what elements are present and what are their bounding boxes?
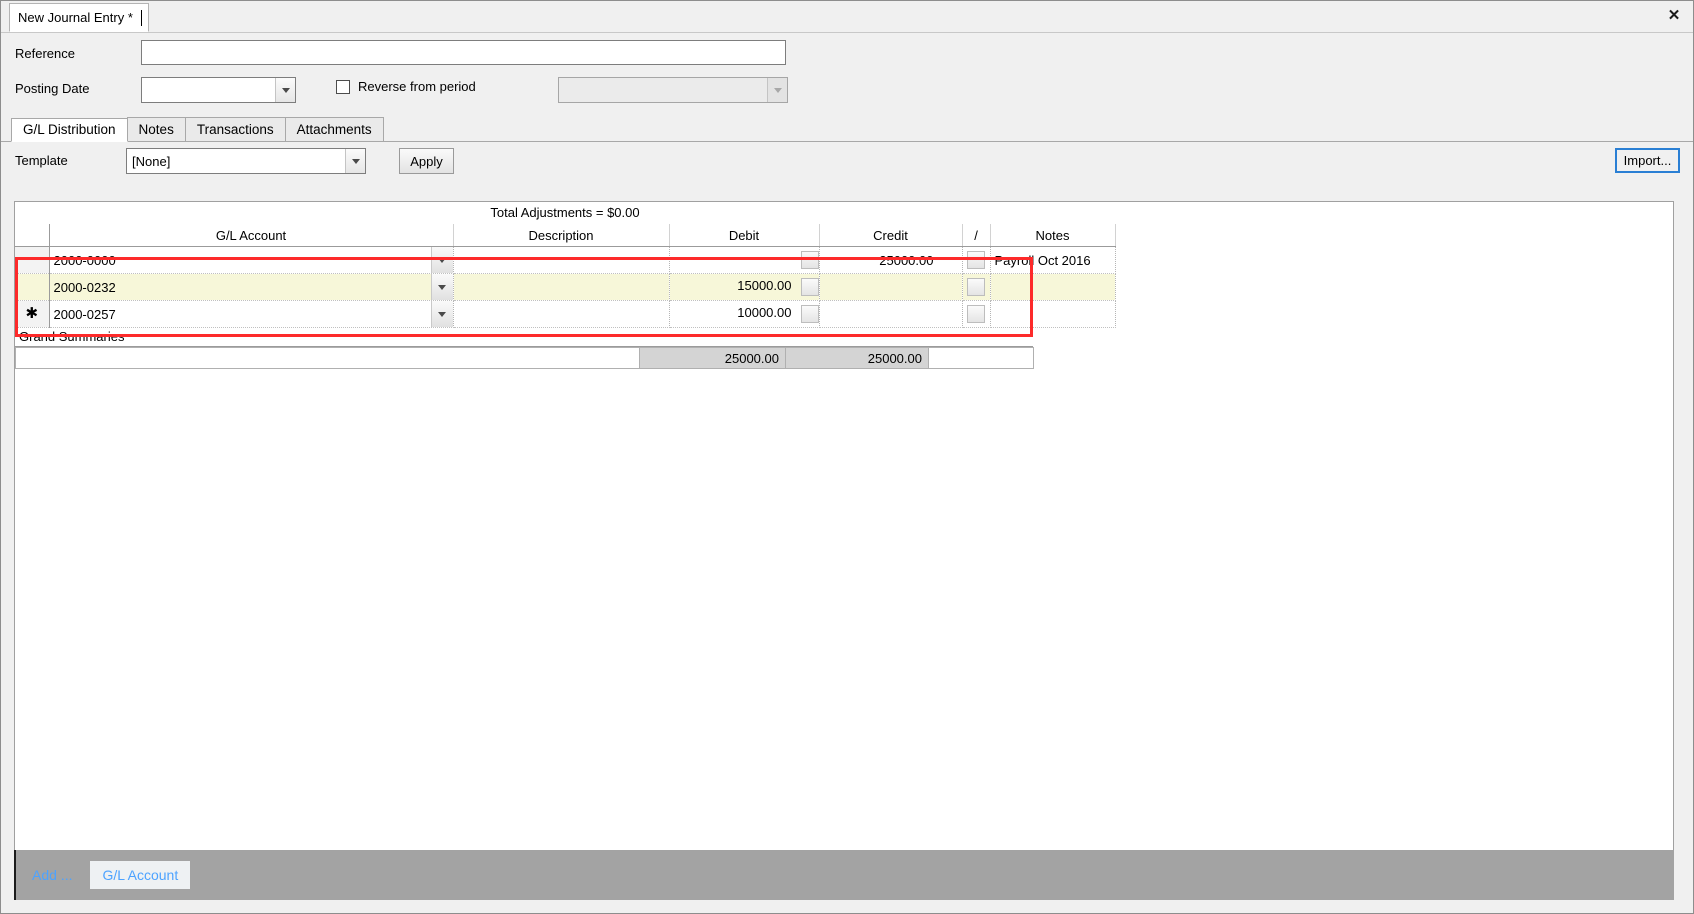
text-caret [140, 9, 142, 26]
header-form: Reference Posting Date Reverse from peri… [1, 33, 1693, 116]
template-label: Template [15, 153, 68, 168]
cell-slash[interactable] [962, 273, 991, 301]
reference-label: Reference [15, 46, 75, 61]
grand-summary-row: 25000.00 25000.00 [15, 347, 1034, 369]
credit-calculator-icon[interactable] [966, 305, 985, 323]
cell-gl-account[interactable]: 2000-0257 [49, 300, 454, 328]
credit-calculator-icon[interactable] [966, 278, 985, 296]
table-row[interactable]: 2000-0000 25000.00 Payroll Oct 2016 [15, 246, 1116, 274]
titlebar: New Journal Entry * ✕ [1, 1, 1693, 33]
chevron-down-icon [275, 78, 295, 102]
tab-label: G/L Distribution [23, 122, 116, 137]
cell-slash[interactable] [962, 246, 991, 274]
table-row[interactable]: ✱ 2000-0257 10000.00 [15, 300, 1116, 328]
grand-summaries-table: 25000.00 25000.00 [15, 347, 1034, 369]
debit-calculator-icon[interactable] [801, 305, 818, 323]
document-tab-label: New Journal Entry * [18, 10, 133, 25]
gl-distribution-grid: G/L Account Description Debit Credit / N… [15, 224, 1116, 369]
document-tab-new-journal-entry[interactable]: New Journal Entry * [9, 3, 149, 32]
grid-table: G/L Account Description Debit Credit / N… [15, 224, 1116, 328]
chevron-down-icon[interactable] [430, 247, 452, 273]
cell-debit-wrap[interactable]: 15000.00 [669, 273, 820, 301]
column-header-slash[interactable]: / [962, 224, 991, 247]
chevron-down-icon[interactable] [430, 274, 452, 300]
column-header-credit[interactable]: Credit [819, 224, 963, 247]
new-row-marker[interactable]: ✱ [15, 300, 50, 328]
tab-notes[interactable]: Notes [126, 117, 186, 141]
cell-debit-value: 10000.00 [737, 305, 792, 321]
row-marker[interactable] [15, 246, 50, 274]
total-adjustments-label: Total Adjustments = $0.00 [490, 205, 640, 220]
cell-description[interactable] [453, 273, 670, 301]
template-toolbar: Template [None] Apply Import... [1, 142, 1693, 182]
debit-calculator-icon[interactable] [801, 251, 818, 269]
cell-description[interactable] [453, 246, 670, 274]
cell-gl-account[interactable]: 2000-0000 [49, 246, 454, 274]
cell-credit-value: 25000.00 [879, 252, 934, 268]
table-row[interactable]: 2000-0232 15000.00 [15, 273, 1116, 301]
posting-date-label: Posting Date [15, 81, 90, 96]
close-icon[interactable]: ✕ [1661, 5, 1687, 27]
tab-label: Notes [138, 122, 174, 137]
template-value: [None] [132, 153, 171, 169]
cell-debit-value: 15000.00 [737, 278, 792, 294]
cell-notes[interactable] [990, 300, 1116, 328]
cell-debit-wrap[interactable]: 10000.00 [669, 300, 820, 328]
credit-calculator-icon[interactable] [966, 251, 985, 269]
cell-gl-account-value: 2000-0232 [53, 279, 116, 295]
summary-total-credit: 25000.00 [785, 347, 929, 369]
reference-input[interactable] [141, 40, 786, 65]
tab-gl-distribution[interactable]: G/L Distribution [11, 118, 128, 142]
column-header-description[interactable]: Description [453, 224, 670, 247]
cell-notes[interactable] [990, 273, 1116, 301]
tab-transactions[interactable]: Transactions [184, 117, 286, 141]
cell-description[interactable] [453, 300, 670, 328]
template-combobox[interactable]: [None] [126, 148, 366, 174]
tab-label: Transactions [196, 122, 274, 137]
summary-tail-cell [928, 347, 1034, 369]
cell-credit-wrap[interactable]: 25000.00 [819, 246, 963, 274]
cell-gl-account-value: 2000-0000 [53, 252, 116, 268]
column-header-gl-account[interactable]: G/L Account [49, 224, 454, 247]
reverse-from-period-label: Reverse from period [358, 79, 476, 94]
cell-debit-wrap[interactable] [669, 246, 820, 274]
grand-summaries-label: Grand Summaries [15, 328, 1033, 347]
debit-calculator-icon[interactable] [801, 278, 818, 296]
gl-distribution-grid-panel: Total Adjustments = $0.00 G/L Account De… [14, 201, 1674, 851]
cell-gl-account-value: 2000-0257 [53, 306, 116, 322]
cell-notes[interactable]: Payroll Oct 2016 [990, 246, 1116, 274]
column-header-notes[interactable]: Notes [990, 224, 1116, 247]
posting-date-combobox[interactable] [141, 77, 296, 103]
chevron-down-icon [345, 149, 365, 173]
cell-gl-account[interactable]: 2000-0232 [49, 273, 454, 301]
column-header-debit[interactable]: Debit [669, 224, 820, 247]
tabstrip: G/L Distribution Notes Transactions Atta… [1, 116, 1693, 142]
asterisk-icon: ✱ [25, 305, 39, 322]
grid-header-row: G/L Account Description Debit Credit / N… [15, 224, 1116, 247]
apply-button-label: Apply [410, 153, 443, 169]
import-button[interactable]: Import... [1615, 148, 1680, 173]
cell-credit-wrap[interactable] [819, 273, 963, 301]
reverse-period-combobox [558, 77, 788, 103]
cell-credit-wrap[interactable] [819, 300, 963, 328]
add-label: Add ... [32, 867, 73, 883]
chevron-down-icon [767, 78, 787, 102]
summary-total-debit: 25000.00 [639, 347, 786, 369]
add-gl-account-button[interactable]: G/L Account [90, 861, 191, 889]
reverse-from-period-checkbox[interactable] [336, 79, 350, 94]
import-button-label: Import... [1623, 153, 1672, 168]
bottom-action-bar: Add ... G/L Account [14, 850, 1674, 900]
cell-slash[interactable] [962, 300, 991, 328]
summary-blank-cell [15, 347, 640, 369]
row-header-corner [15, 224, 50, 247]
reverse-from-period-checkbox-group[interactable]: Reverse from period [336, 79, 476, 94]
apply-button[interactable]: Apply [399, 148, 454, 174]
tab-attachments[interactable]: Attachments [284, 117, 384, 141]
journal-entry-window: New Journal Entry * ✕ Reference Posting … [0, 0, 1694, 914]
row-marker[interactable] [15, 273, 50, 301]
tab-label: Attachments [296, 122, 372, 137]
chevron-down-icon[interactable] [430, 301, 452, 327]
